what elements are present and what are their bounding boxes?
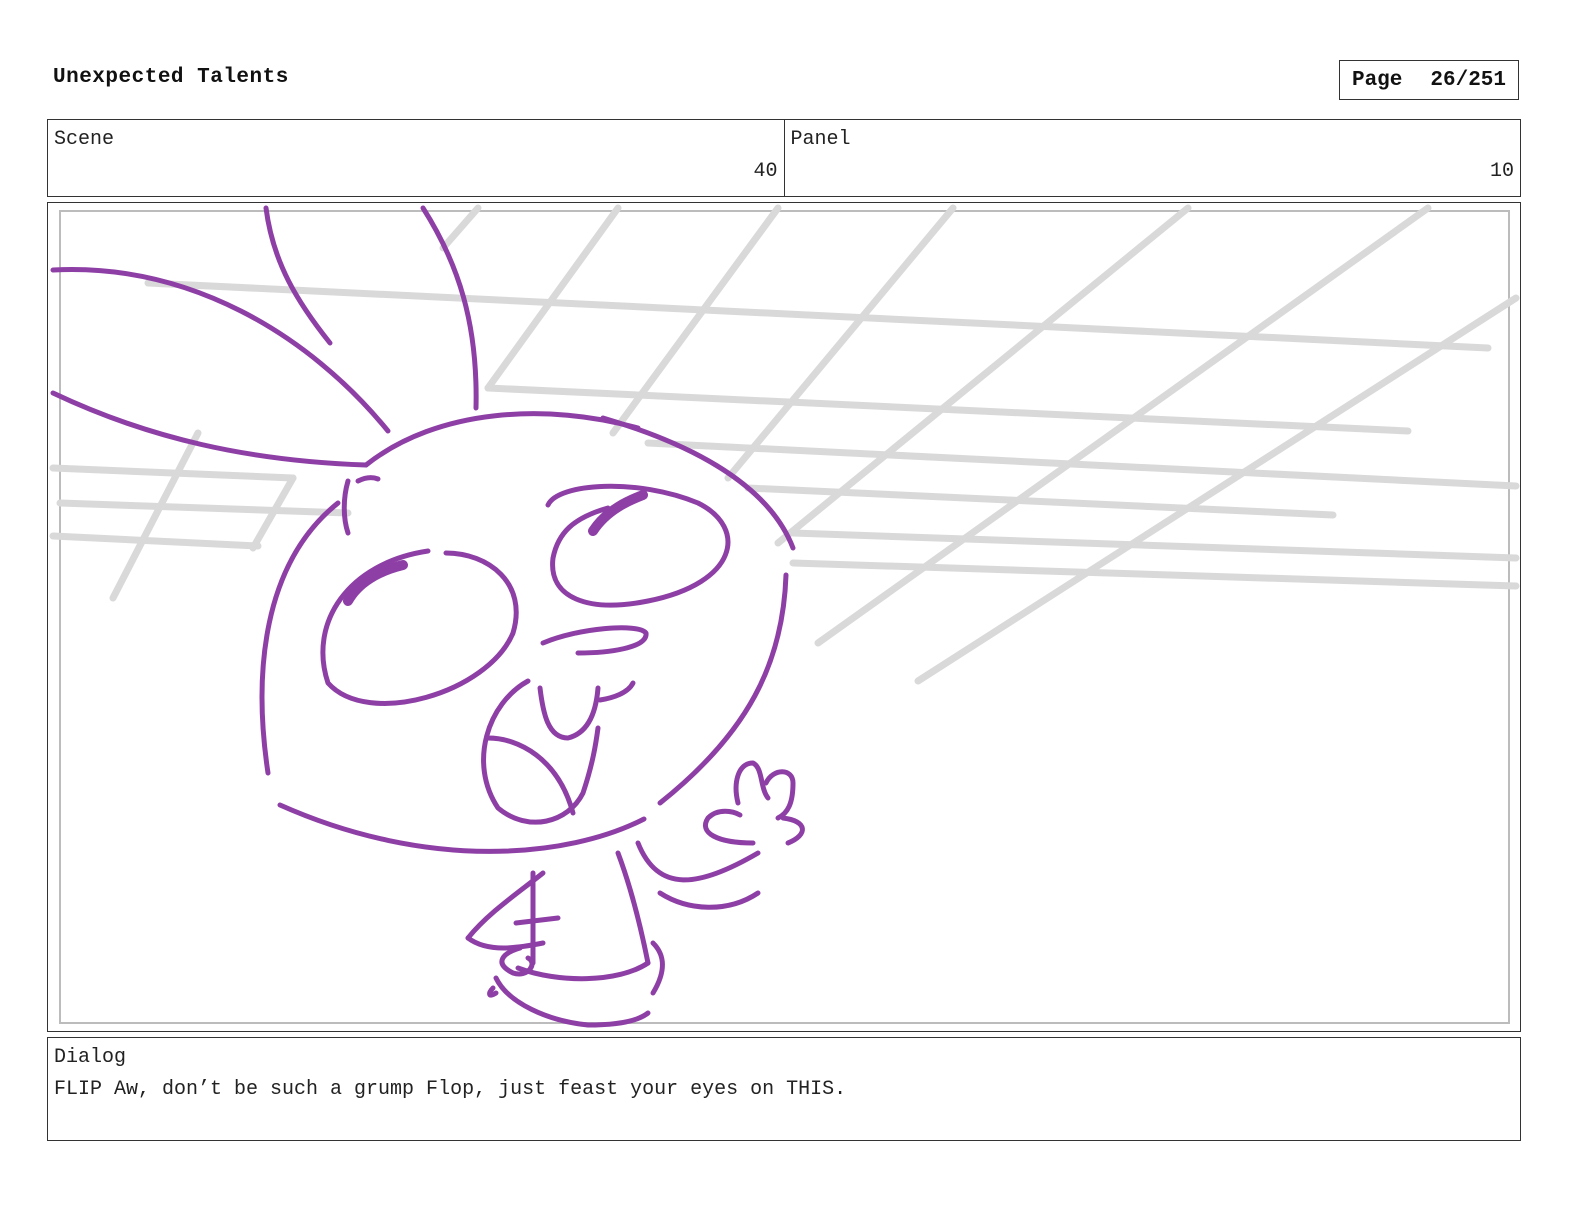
scene-label: Scene bbox=[54, 128, 115, 151]
panel-cell: Panel 10 bbox=[783, 120, 1521, 196]
storyboard-title: Unexpected Talents bbox=[53, 66, 289, 89]
panel-label: Panel bbox=[790, 128, 851, 151]
dialog-label: Dialog bbox=[54, 1046, 127, 1069]
page-label: Page bbox=[1351, 68, 1403, 92]
storyboard-panel-frame bbox=[47, 202, 1521, 1032]
scene-cell: Scene 40 bbox=[48, 120, 784, 196]
dialog-text: FLIP Aw, don’t be such a grump Flop, jus… bbox=[54, 1078, 847, 1101]
page-indicator: Page 26/251 bbox=[1339, 60, 1519, 100]
page-number: 26/251 bbox=[1430, 68, 1507, 92]
panel-number: 10 bbox=[1489, 160, 1514, 183]
scene-panel-row: Scene 40 Panel 10 bbox=[47, 119, 1521, 197]
dialog-box: Dialog FLIP Aw, don’t be such a grump Fl… bbox=[47, 1037, 1521, 1141]
sketch-drawing bbox=[49, 204, 1520, 1028]
scene-number: 40 bbox=[753, 160, 778, 183]
